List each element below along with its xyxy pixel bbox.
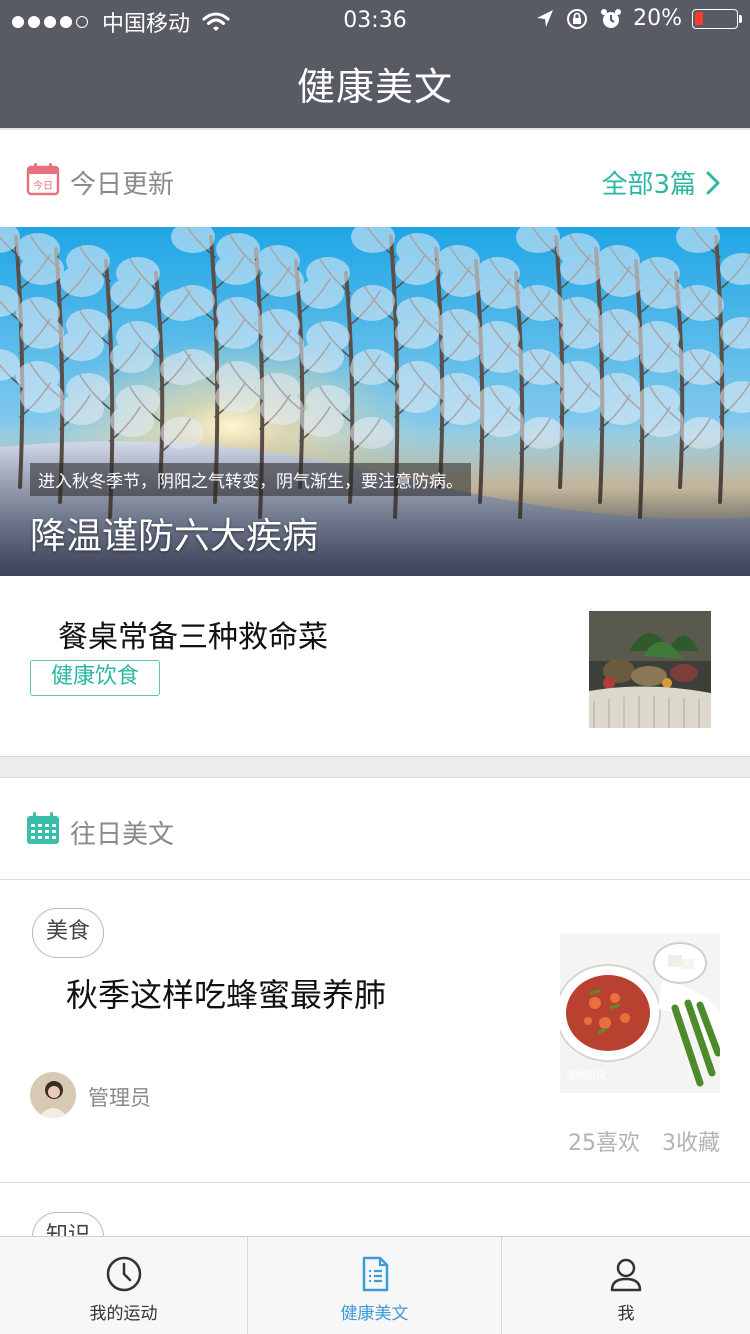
article-thumbnail (589, 611, 711, 728)
likes-count[interactable]: 25喜欢 (568, 1125, 640, 1157)
article-tag[interactable]: 健康饮食 (30, 660, 160, 696)
calendar-today-icon: 今日 (26, 163, 60, 196)
favorites-count[interactable]: 3收藏 (662, 1125, 720, 1157)
tab-label: 我 (617, 1304, 635, 1324)
article-title: 秋季这样吃蜂蜜最养肺 (66, 976, 387, 1014)
calendar-grid-icon (27, 812, 59, 844)
article-stats: 25喜欢 3收藏 (568, 1125, 720, 1157)
article-tag[interactable]: 美食 (32, 908, 104, 958)
thumbnail-watermark: 宝络厨房 (566, 1069, 606, 1082)
nav-title: 健康美文 (296, 65, 453, 109)
status-bar: 中国移动 03:36 20% (0, 0, 750, 40)
calendar-icon-text: 今日 (33, 179, 53, 192)
today-article-item[interactable]: 餐桌常备三种救命菜 健康饮食 (0, 576, 750, 756)
article-title: 餐桌常备三种救命菜 (58, 620, 328, 655)
chevron-right-icon (706, 171, 720, 194)
tab-label: 健康美文 (340, 1304, 409, 1324)
top-bar: 中国移动 03:36 20% 健康美文 (0, 0, 750, 128)
author-name: 管理员 (88, 1086, 151, 1110)
avatar[interactable] (30, 1072, 76, 1118)
past-article-card[interactable]: 美食 秋季这样吃蜂蜜最养肺 管理员 宝络厨房 25喜欢 3收藏 (0, 880, 750, 1183)
clock-icon (106, 1256, 141, 1292)
view-all-link[interactable]: 全部3篇 (601, 164, 720, 201)
featured-subtitle: 进入秋冬季节，阴阳之气转变，阴气渐生，要注意防病。 (30, 463, 471, 496)
document-icon (362, 1256, 388, 1292)
article-thumbnail: 宝络厨房 (560, 933, 720, 1093)
battery-percent: 20% (633, 6, 682, 31)
person-icon (610, 1258, 642, 1292)
today-section-header: 今日 今日更新 全部3篇 (0, 128, 750, 227)
rotation-lock-icon (567, 8, 588, 29)
today-section-title: 今日更新 (70, 170, 175, 200)
tab-label: 我的运动 (89, 1304, 158, 1324)
tab-bar: 我的运动 健康美文 我 (0, 1236, 750, 1334)
tab-health-articles[interactable]: 健康美文 (247, 1237, 501, 1334)
past-section-header: 往日美文 (0, 777, 750, 880)
alarm-clock-icon (601, 8, 622, 28)
tab-me[interactable]: 我 (501, 1237, 750, 1334)
location-arrow-icon (537, 9, 554, 27)
featured-title: 降温谨防六大疾病 (30, 516, 319, 557)
battery-icon (692, 8, 742, 29)
tab-my-sport[interactable]: 我的运动 (0, 1237, 247, 1334)
featured-article-card[interactable]: 进入秋冬季节，阴阳之气转变，阴气渐生，要注意防病。 降温谨防六大疾病 (0, 227, 750, 576)
section-divider (0, 756, 750, 777)
past-section-title: 往日美文 (70, 820, 175, 850)
view-all-label: 全部3篇 (601, 170, 696, 200)
